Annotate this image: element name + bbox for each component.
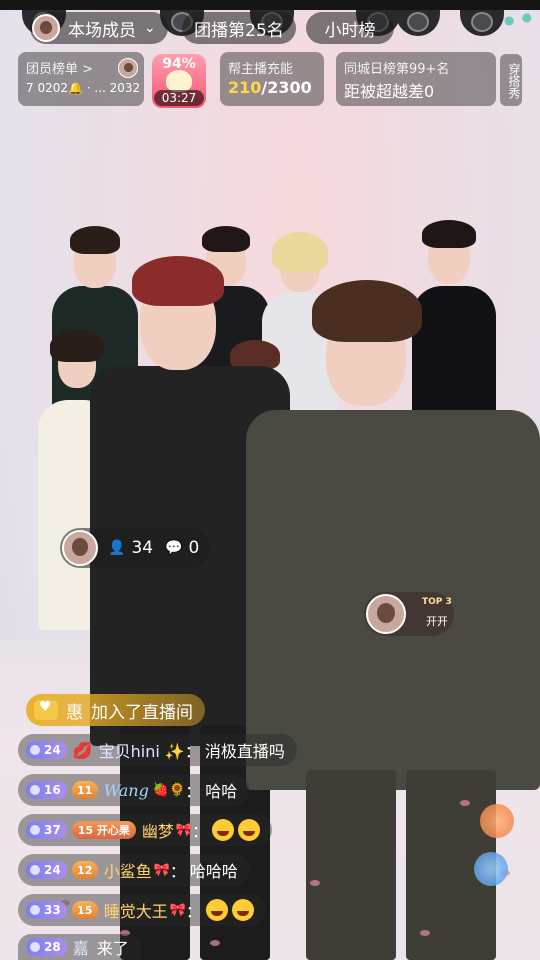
gift-float-icon[interactable] xyxy=(480,804,514,838)
lips-icon: 💋 xyxy=(72,740,93,760)
gift-progress-badge[interactable]: 94% 03:27 xyxy=(152,54,206,108)
comment-count: 0 xyxy=(188,538,200,558)
lightning-icon[interactable] xyxy=(474,852,508,886)
chat-colon: ： xyxy=(184,742,201,761)
fan-avatar xyxy=(118,58,138,78)
viewer-pill[interactable]: 👤 34 💬 0 xyxy=(60,528,210,568)
laughing-emoji-icon xyxy=(212,819,235,841)
charge-total: /2300 xyxy=(261,78,312,97)
team-rank-label: 团播第25名 xyxy=(194,20,284,41)
chat-message[interactable]: 37 15 开心果 幽梦 🎀 ： xyxy=(18,814,273,846)
gift-timer: 03:27 xyxy=(154,90,204,106)
decoration-icon xyxy=(496,6,540,36)
outfit-show-button[interactable]: 穿搭秀 xyxy=(500,54,522,106)
fan-badge: 12 xyxy=(71,861,98,879)
fan-level: 15 xyxy=(77,823,94,837)
petal xyxy=(420,930,430,936)
level-badge: 24 xyxy=(26,861,67,879)
team-rank-button[interactable]: 团播第25名 xyxy=(182,12,296,44)
petal xyxy=(210,940,220,946)
top3-badge[interactable]: TOP 3 开开 xyxy=(364,592,454,636)
city-rank-gap: 距被超越差0 xyxy=(344,82,435,101)
charge-current: 210 xyxy=(228,78,262,97)
top3-name: 开开 xyxy=(426,615,448,628)
sticker-icon: 🍓🌻 xyxy=(152,782,186,798)
level-badge: 33 xyxy=(26,901,67,919)
chat-message[interactable]: 24 12 小鲨鱼 🎀 ： 哈哈哈 xyxy=(18,854,250,886)
chat-text: 哈哈哈 xyxy=(189,862,238,881)
outfit-label: 穿搭秀 xyxy=(507,63,521,99)
bow-icon: 🎀 xyxy=(175,822,193,838)
chat-username[interactable]: 小鲨鱼 xyxy=(104,858,152,882)
fan-badge: 15 xyxy=(71,901,98,919)
charge-title: 帮主播充能 xyxy=(228,62,294,77)
chat-username[interactable]: 睡觉大王 xyxy=(104,898,168,922)
fans-list-card[interactable]: 团员榜单 > 7 0202🔔 · ... 2032 xyxy=(18,52,144,106)
chat-message[interactable]: 28 嘉 来了 xyxy=(18,934,141,960)
chat-message[interactable]: 33 15 睡觉大王 🎀 ： xyxy=(18,894,266,926)
scared-emoji-icon xyxy=(205,899,228,921)
join-notice: 惠 加入了直播间 xyxy=(26,694,205,726)
chat-text: 哈哈 xyxy=(205,782,238,801)
fan-badge: 15 开心果 xyxy=(71,821,136,839)
charge-progress: 210/2300 xyxy=(228,78,312,97)
level-badge: 24 xyxy=(26,741,67,759)
city-rank-title: 同城日榜第99+名 xyxy=(344,62,450,77)
members-label: 本场成员 xyxy=(68,20,136,41)
hourly-rank-label: 小时榜 xyxy=(324,20,376,41)
chat-text: 来了 xyxy=(96,939,129,958)
bow-icon: 🎀 xyxy=(169,902,186,918)
comment-icon: 💬 xyxy=(165,540,183,556)
chat-username[interactable]: 幽梦 xyxy=(142,818,174,842)
charge-card[interactable]: 帮主播充能 210/2300 xyxy=(220,52,324,106)
chat-message[interactable]: 16 11 Wang 🍓🌻 ： 哈哈 xyxy=(18,774,250,806)
chevron-down-icon: ⌄ xyxy=(144,20,156,36)
level-badge: 16 xyxy=(26,781,67,799)
level-badge: 28 xyxy=(26,938,67,956)
level-badge: 37 xyxy=(26,821,67,839)
hourly-rank-button[interactable]: 小时榜 xyxy=(306,12,394,44)
fans-list-title: 团员榜单 > xyxy=(26,62,94,77)
viewer-avatar xyxy=(62,530,98,566)
heart-icon xyxy=(34,699,58,720)
laughing-emoji-icon xyxy=(238,819,261,841)
mascot-icon xyxy=(166,70,192,92)
chat-username[interactable]: 嘉 xyxy=(73,935,89,959)
chat-colon: ： xyxy=(185,902,202,921)
join-user[interactable]: 惠 xyxy=(66,698,83,723)
bow-icon: 🎀 xyxy=(153,862,170,878)
petal xyxy=(460,800,470,806)
city-rank-card[interactable]: 同城日榜第99+名 距被超越差0 xyxy=(336,52,496,106)
fan-club-name: 开心果 xyxy=(96,824,130,837)
top3-avatar xyxy=(366,594,406,634)
status-strip xyxy=(0,0,540,10)
petal xyxy=(310,880,320,886)
host-avatar xyxy=(32,14,60,42)
person-icon: 👤 xyxy=(108,540,126,556)
chat-username[interactable]: Wang xyxy=(104,781,149,800)
scared-emoji-icon xyxy=(231,899,254,921)
chat-colon: ： xyxy=(169,862,186,881)
chat-colon: ： xyxy=(192,822,209,841)
viewer-count: 34 xyxy=(131,538,154,558)
join-text: 加入了直播间 xyxy=(91,702,193,723)
members-button[interactable]: 本场成员 ⌄ xyxy=(30,12,168,44)
fans-list-value: 7 0202🔔 · ... 2032 xyxy=(26,81,141,95)
top3-label: TOP 3 xyxy=(422,597,452,607)
chat-text: 消极直播吗 xyxy=(204,742,285,761)
chat-message[interactable]: 24 💋 宝贝hini ✨ ： 消极直播吗 xyxy=(18,734,297,766)
chat-colon: ： xyxy=(185,782,202,801)
chat-username[interactable]: 宝贝hini ✨ xyxy=(99,738,185,762)
fan-badge: 11 xyxy=(71,781,98,799)
